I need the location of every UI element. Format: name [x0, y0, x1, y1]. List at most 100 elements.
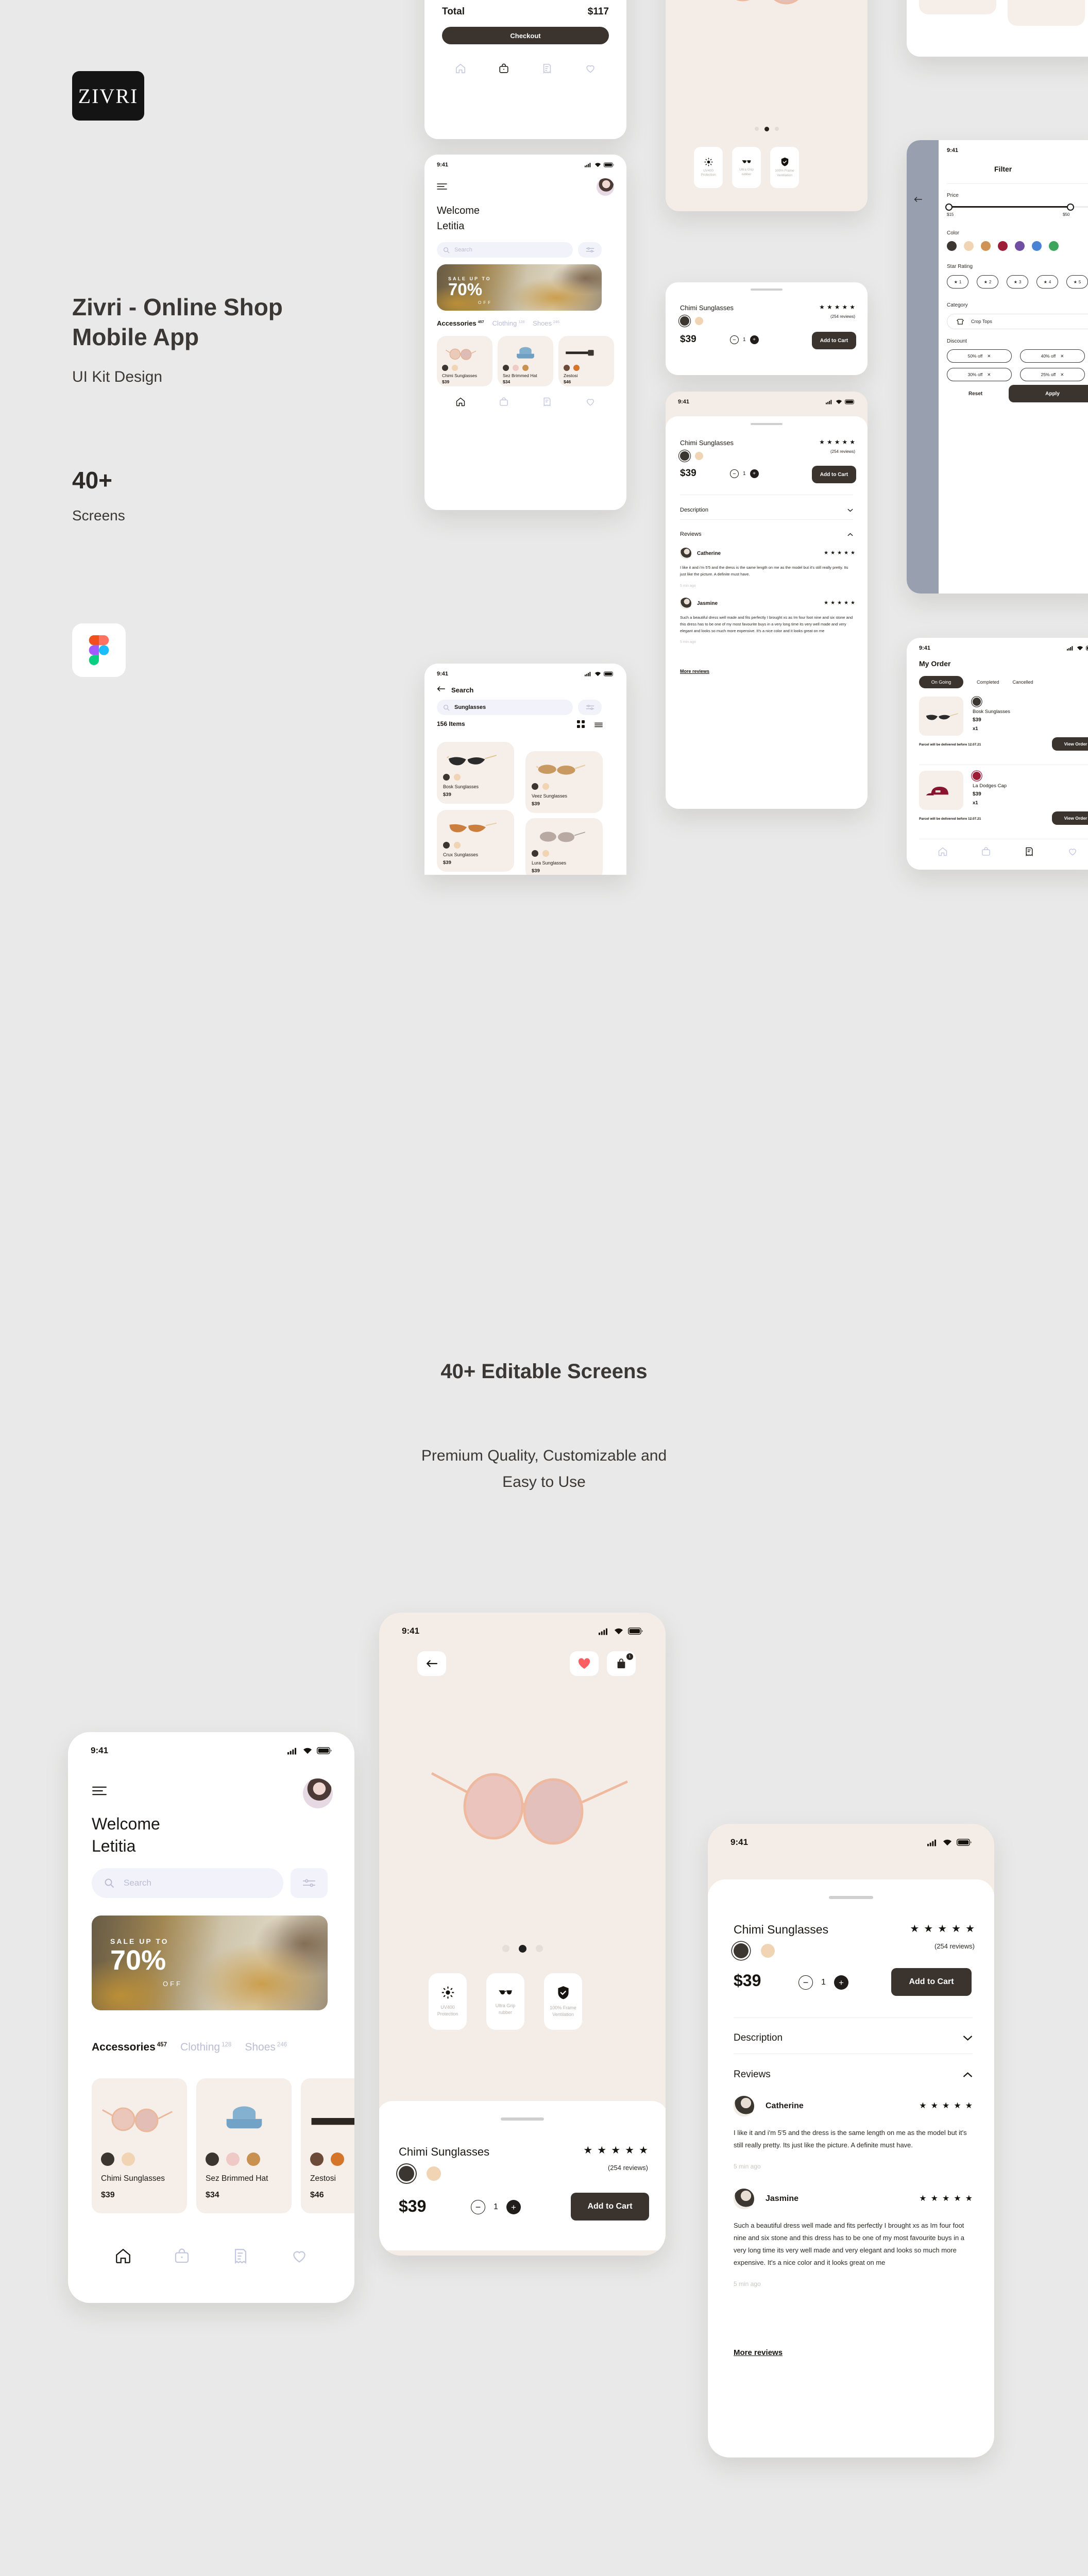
add-to-cart-button[interactable]: Add to Cart	[571, 2193, 649, 2221]
sheet-handle[interactable]	[829, 1896, 873, 1899]
close-icon[interactable]: ✕	[1060, 353, 1064, 359]
add-to-cart-button[interactable]: Add to Cart	[812, 466, 856, 483]
sheet-handle[interactable]	[751, 423, 783, 425]
carousel-dot-active[interactable]	[764, 127, 769, 131]
swatch[interactable]	[532, 850, 538, 857]
product-card[interactable]: Chimi Sunglasses $39	[437, 336, 492, 386]
plus-icon[interactable]: +	[834, 1975, 848, 1990]
quantity-stepper[interactable]: − 1 +	[730, 469, 759, 478]
carousel-dot-active[interactable]	[518, 1945, 526, 1953]
discount-chip[interactable]: 50% off ✕	[947, 349, 1012, 363]
product-card[interactable]: Zestosi $46	[301, 2078, 354, 2213]
accordion-description[interactable]: Description	[680, 501, 853, 519]
accordion-reviews[interactable]: Reviews	[680, 526, 853, 543]
receipt-icon[interactable]	[1024, 846, 1034, 857]
star-chip[interactable]: ★ 5	[1066, 275, 1088, 289]
reset-button[interactable]: Reset	[968, 391, 982, 397]
product-card[interactable]: Bosk Sunglasses $39	[437, 742, 514, 804]
swatch[interactable]	[122, 2153, 135, 2166]
swatch[interactable]	[532, 783, 538, 790]
swatch[interactable]	[206, 2153, 219, 2166]
swatch[interactable]	[331, 2153, 344, 2166]
more-reviews-link[interactable]: More reviews	[680, 669, 709, 674]
category-tab-clothing[interactable]: Clothing 128	[180, 2041, 231, 2054]
product-card[interactable]	[919, 0, 996, 14]
swatch[interactable]	[226, 2153, 240, 2166]
heart-icon[interactable]	[585, 63, 596, 74]
swatch[interactable]	[761, 1944, 775, 1958]
close-icon[interactable]: ✕	[1060, 372, 1064, 378]
search-input[interactable]: Search	[437, 242, 573, 258]
tab-cancelled[interactable]: Cancelled	[1013, 680, 1033, 685]
receipt-icon[interactable]	[541, 63, 553, 74]
home-icon[interactable]	[114, 2247, 132, 2265]
swatch[interactable]	[503, 365, 509, 371]
receipt-icon[interactable]	[232, 2247, 249, 2265]
color-option[interactable]	[964, 241, 974, 251]
carousel-dot[interactable]	[535, 1945, 543, 1952]
accordion-description[interactable]: Description	[734, 2025, 973, 2052]
quantity-stepper[interactable]: − 1 +	[471, 2200, 521, 2214]
bag-icon[interactable]	[498, 63, 509, 74]
swatch[interactable]	[695, 317, 703, 325]
product-card[interactable]: Sez Brimmed Hat $34	[498, 336, 553, 386]
swatch[interactable]	[513, 365, 519, 371]
star-chip[interactable]: ★ 2	[977, 275, 998, 289]
home-icon[interactable]	[455, 397, 466, 407]
category-select[interactable]: Crop Tops	[947, 314, 1088, 329]
slider-knob-min[interactable]	[945, 203, 953, 211]
close-icon[interactable]: ✕	[987, 372, 991, 378]
product-card[interactable]: Chimi Sunglasses $39	[92, 2078, 187, 2213]
sale-banner[interactable]: SALE UP TO 70% OFF	[92, 1916, 328, 2010]
discount-chip[interactable]: 30% off ✕	[947, 368, 1012, 381]
swatch[interactable]	[310, 2153, 324, 2166]
user-avatar[interactable]	[303, 1778, 333, 1808]
arrow-left-icon[interactable]	[914, 196, 922, 205]
swatch-selected[interactable]	[399, 2166, 414, 2181]
swatch-selected[interactable]	[680, 451, 689, 461]
minus-icon[interactable]: −	[730, 469, 739, 478]
category-tab-accessories[interactable]: Accessories 457	[92, 2041, 167, 2054]
heart-icon[interactable]	[1067, 846, 1078, 857]
category-tab-shoes[interactable]: Shoes 246	[533, 319, 559, 327]
swatch[interactable]	[427, 2166, 441, 2181]
swatch[interactable]	[442, 365, 448, 371]
category-tab-accessories[interactable]: Accessories 457	[437, 319, 484, 327]
discount-chip[interactable]: 40% off ✕	[1020, 349, 1085, 363]
plus-icon[interactable]: +	[750, 335, 759, 344]
sliders-icon[interactable]	[578, 242, 602, 258]
swatch-selected[interactable]	[734, 1943, 749, 1958]
more-reviews-link[interactable]: More reviews	[734, 2348, 783, 2357]
arrow-left-icon[interactable]	[437, 685, 445, 694]
plus-icon[interactable]: +	[506, 2200, 521, 2214]
swatch[interactable]	[542, 850, 549, 857]
apply-button[interactable]: Apply	[1009, 385, 1088, 402]
close-icon[interactable]: ✕	[987, 353, 991, 359]
swatch[interactable]	[452, 365, 458, 371]
minus-icon[interactable]: −	[730, 335, 739, 344]
add-to-cart-button[interactable]: Add to Cart	[891, 1968, 972, 1996]
swatch[interactable]	[443, 774, 450, 781]
color-option[interactable]	[947, 241, 957, 251]
category-tab-shoes[interactable]: Shoes 246	[245, 2041, 287, 2054]
hamburger-icon[interactable]	[92, 1786, 107, 1799]
search-input[interactable]: Sunglasses	[437, 700, 573, 715]
swatch[interactable]	[573, 365, 580, 371]
product-card[interactable]: Lura Sunglasses $39	[525, 818, 603, 875]
minus-icon[interactable]: −	[798, 1975, 813, 1990]
star-chip[interactable]: ★ 3	[1007, 275, 1028, 289]
product-card[interactable]: Sez Brimmed Hat $34	[196, 2078, 292, 2213]
minus-icon[interactable]: −	[471, 2200, 485, 2214]
cart-button[interactable]: 1	[607, 1651, 636, 1676]
view-order-button[interactable]: View Order	[1052, 737, 1088, 751]
carousel-dot[interactable]	[774, 127, 779, 131]
swatch[interactable]	[101, 2153, 114, 2166]
user-avatar[interactable]	[597, 178, 614, 196]
receipt-icon[interactable]	[542, 397, 552, 407]
home-icon[interactable]	[455, 63, 466, 74]
tab-completed[interactable]: Completed	[977, 680, 999, 685]
quantity-stepper[interactable]: − 1 +	[730, 335, 759, 344]
category-tab-clothing[interactable]: Clothing 128	[492, 319, 525, 327]
product-card[interactable]: Crux Sunglasses $39	[437, 810, 514, 872]
bag-icon[interactable]	[173, 2247, 191, 2265]
